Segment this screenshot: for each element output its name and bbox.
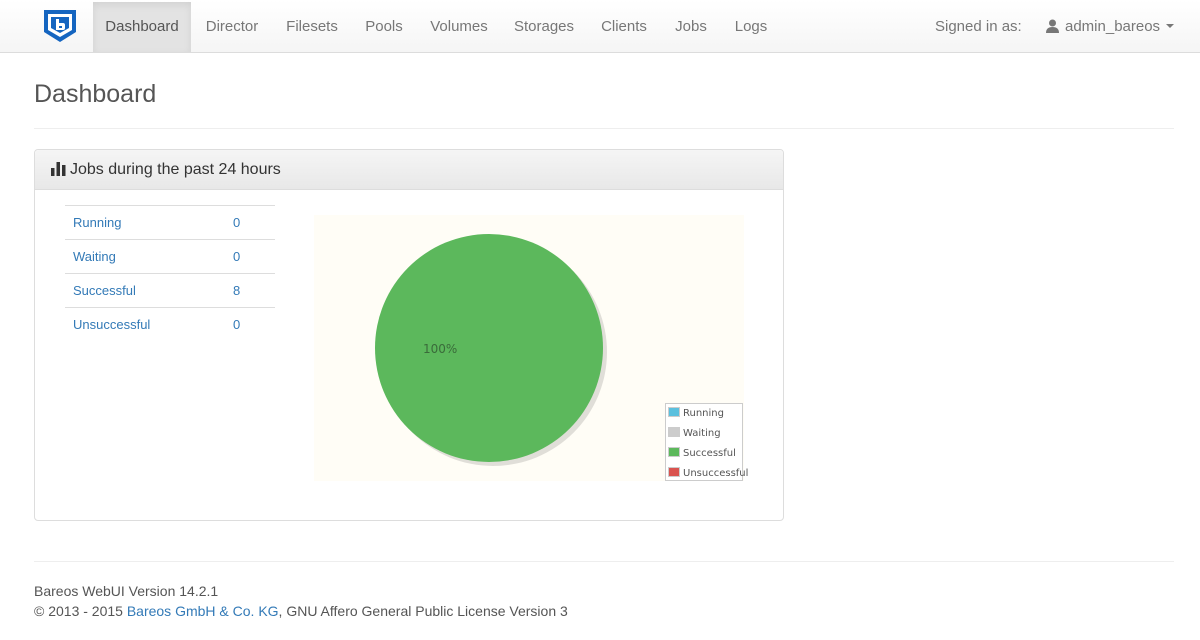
table-row[interactable]: Successful 8	[65, 273, 275, 308]
nav-jobs[interactable]: Jobs	[663, 2, 719, 52]
table-row[interactable]: Unsuccessful 0	[65, 307, 275, 342]
legend-label: Running	[683, 408, 724, 419]
table-row[interactable]: Waiting 0	[65, 239, 275, 274]
footer-version: Bareos WebUI Version 14.2.1	[34, 583, 219, 599]
license-text: , GNU Affero General Public License Vers…	[278, 603, 568, 619]
footer-divider	[34, 561, 1174, 562]
footer-copyright: © 2013 - 2015 Bareos GmbH & Co. KG, GNU …	[34, 603, 568, 619]
nav-clients[interactable]: Clients	[589, 2, 659, 52]
legend-item-successful: Successful	[668, 446, 736, 462]
pie-slice-successful[interactable]	[375, 234, 603, 462]
pie-slice-label: 100%	[423, 342, 457, 356]
bareos-logo-icon[interactable]	[42, 8, 78, 44]
panel-title: Jobs during the past 24 hours	[70, 161, 281, 178]
table-row[interactable]: Running 0	[65, 205, 275, 240]
legend-swatch	[668, 447, 680, 457]
legend-swatch	[668, 427, 680, 437]
row-value[interactable]: 0	[233, 307, 275, 342]
nav-dashboard[interactable]: Dashboard	[93, 2, 191, 52]
jobs-panel: Jobs during the past 24 hours Running 0 W…	[34, 149, 784, 521]
company-link[interactable]: Bareos GmbH & Co. KG	[127, 603, 279, 619]
divider	[34, 128, 1174, 129]
row-label[interactable]: Successful	[65, 273, 233, 308]
nav-volumes[interactable]: Volumes	[417, 2, 501, 52]
legend-label: Waiting	[683, 428, 721, 439]
page-title: Dashboard	[34, 80, 157, 108]
row-label[interactable]: Waiting	[65, 239, 233, 274]
top-navbar: Dashboard Director Filesets Pools Volume…	[0, 0, 1200, 53]
caret-down-icon	[1166, 24, 1175, 28]
username: admin_bareos	[1065, 18, 1161, 35]
row-label[interactable]: Unsuccessful	[65, 307, 233, 342]
nav-filesets[interactable]: Filesets	[273, 2, 351, 52]
panel-heading: Jobs during the past 24 hours	[35, 150, 783, 190]
legend-item-running: Running	[668, 406, 724, 422]
jobs-pie-chart: 100% Running Waiting Successful Unsuccessfu…	[314, 215, 748, 481]
jobs-summary-table: Running 0 Waiting 0 Successful 8 Unsuccessf…	[65, 205, 275, 342]
chart-legend: Running Waiting Successful Unsuccessful	[665, 403, 748, 481]
legend-item-waiting: Waiting	[668, 426, 721, 442]
nav-director[interactable]: Director	[193, 2, 271, 52]
copyright-text: © 2013 - 2015	[34, 603, 123, 619]
nav-pools[interactable]: Pools	[354, 2, 414, 52]
legend-swatch	[668, 407, 680, 417]
legend-label: Successful	[683, 448, 736, 459]
row-label[interactable]: Running	[65, 205, 233, 240]
row-value[interactable]: 0	[233, 239, 275, 274]
legend-label: Unsuccessful	[683, 468, 749, 479]
user-icon	[1046, 18, 1065, 35]
user-menu-dropdown[interactable]: admin_bareos	[1046, 0, 1175, 53]
nav-storages[interactable]: Storages	[503, 2, 585, 52]
signed-in-label: Signed in as:	[935, 18, 1022, 35]
bar-chart-icon	[51, 161, 70, 178]
row-value[interactable]: 0	[233, 205, 275, 240]
legend-item-unsuccessful: Unsuccessful	[668, 466, 748, 482]
row-value[interactable]: 8	[233, 273, 275, 308]
legend-swatch	[668, 467, 680, 477]
nav-logs[interactable]: Logs	[722, 2, 780, 52]
